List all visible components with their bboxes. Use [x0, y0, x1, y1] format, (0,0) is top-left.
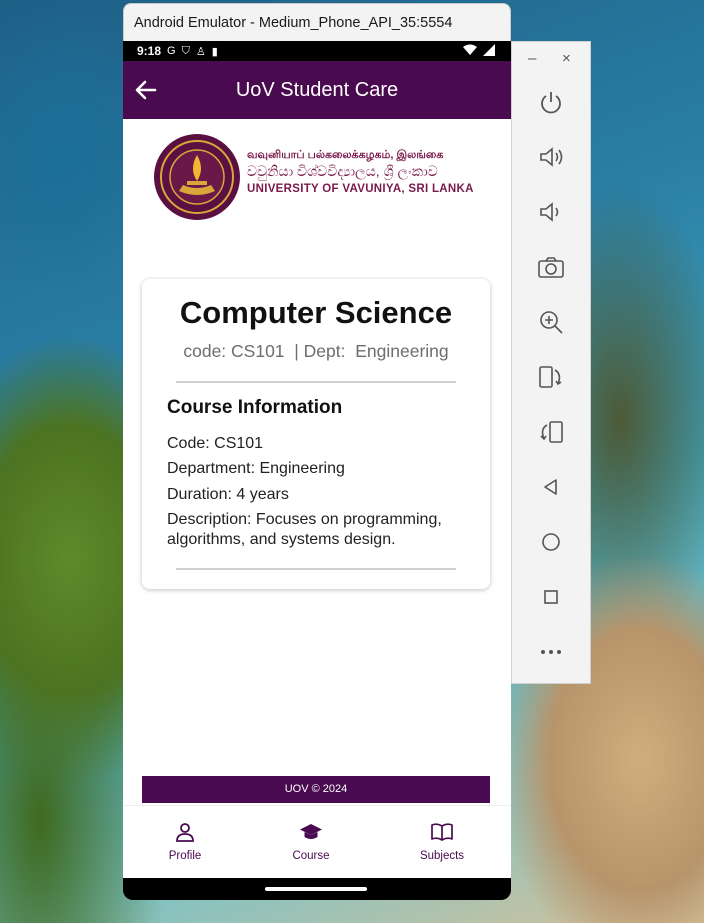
rotate-left-icon[interactable] [536, 362, 566, 392]
app-bar: UoV Student Care [123, 61, 511, 119]
logo-text: வவுனியாப் பல்கலைக்கழகம், இலங்கை වවුනියා … [247, 149, 474, 196]
zoom-in-icon[interactable] [536, 307, 566, 337]
section-title: Course Information [167, 397, 343, 418]
nav-profile[interactable]: Profile [125, 806, 245, 879]
university-logo: வவுனியாப் பல்கலைக்கழகம், இலங்கை වවුනියා … [151, 131, 481, 221]
course-description: Description: Focuses on programming, alg… [167, 511, 442, 548]
graduation-cap-icon [300, 824, 322, 839]
course-meta: code: CS101 | Dept: Engineering [183, 341, 449, 361]
logo-tamil: வவுனியாப் பல்கலைக்கழகம், இலங்கை [247, 149, 444, 161]
main-content: வவுனியாப் பல்கலைக்கழகம், இலங்கை වවුනියා … [123, 119, 511, 878]
nav-course[interactable]: Course [251, 806, 371, 879]
rotate-right-icon[interactable] [536, 417, 566, 447]
footer-bar: UOV © 2024 [142, 776, 490, 803]
bottom-navigation: Profile Course Subjects [123, 805, 511, 878]
camera-icon[interactable] [536, 252, 566, 282]
logo-english: UNIVERSITY OF VAVUNIYA, SRI LANKA [247, 183, 474, 196]
book-icon [431, 823, 453, 841]
signal-icon [483, 44, 495, 56]
phone-screen: 9:18 G ⛉ ♙ ▮ UoV Student Care வவுனியாப் … [123, 41, 511, 900]
overview-icon[interactable] [536, 582, 566, 612]
divider [176, 568, 456, 570]
person-icon [176, 823, 194, 842]
nav-label: Profile [168, 850, 202, 862]
nav-subjects[interactable]: Subjects [382, 806, 502, 879]
university-crest-icon [154, 134, 240, 220]
nav-label: Subjects [419, 850, 465, 862]
emulator-title-bar: Android Emulator - Medium_Phone_API_35:5… [123, 3, 511, 41]
volume-up-icon[interactable] [536, 142, 566, 172]
course-department: Department: Engineering [167, 460, 345, 477]
nav-label: Course [292, 850, 330, 862]
status-bar: 9:18 G ⛉ ♙ ▮ [123, 41, 511, 61]
window-title: Android Emulator - Medium_Phone_API_35:5… [134, 14, 453, 31]
course-name: Computer Science [179, 295, 453, 330]
volume-down-icon[interactable] [536, 197, 566, 227]
app-title: UoV Student Care [235, 79, 399, 101]
course-duration: Duration: 4 years [167, 486, 289, 503]
close-button[interactable]: × [562, 50, 571, 67]
shield-icon: ⛉ [181, 44, 190, 57]
status-time: 9:18 [137, 44, 162, 58]
course-code: Code: CS101 [167, 435, 264, 452]
accessibility-icon: ♙ [195, 45, 206, 58]
emulator-toolbar: – × [511, 41, 591, 684]
sd-card-icon: ▮ [211, 45, 218, 58]
google-icon: G [167, 45, 176, 57]
home-icon[interactable] [536, 527, 566, 557]
more-icon[interactable] [536, 637, 566, 667]
home-indicator[interactable] [265, 887, 367, 891]
divider [176, 381, 456, 383]
course-card: Computer Science code: CS101 | Dept: Eng… [142, 279, 490, 589]
minimize-button[interactable]: – [528, 50, 536, 67]
back-icon[interactable] [536, 472, 566, 502]
wifi-icon [463, 44, 477, 55]
logo-sinhala: වවුනියා විශ්වවිද්‍යාලය, ශ්‍රී ලංකාව [247, 163, 438, 180]
power-icon[interactable] [536, 87, 566, 117]
